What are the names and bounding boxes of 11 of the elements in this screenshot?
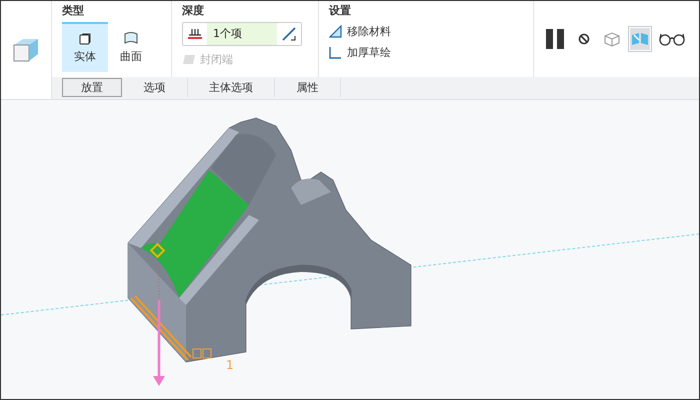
group-title: 类型 bbox=[62, 3, 85, 18]
group-title: 深度 bbox=[182, 3, 205, 18]
group-title: 设置 bbox=[329, 3, 352, 18]
panel-tab[interactable]: 放置 bbox=[62, 78, 122, 97]
type-option-button[interactable]: 实体 bbox=[62, 22, 108, 72]
panel-tab[interactable]: 属性 bbox=[275, 78, 341, 97]
setting-toggle[interactable]: 移除材料 bbox=[329, 22, 523, 43]
setting-toggle[interactable]: 加厚草绘 bbox=[329, 43, 523, 64]
panel-tab[interactable]: 选项 bbox=[122, 78, 188, 97]
dimension-label: 1 bbox=[225, 358, 235, 372]
panel-tab[interactable]: 主体选项 bbox=[188, 78, 275, 97]
